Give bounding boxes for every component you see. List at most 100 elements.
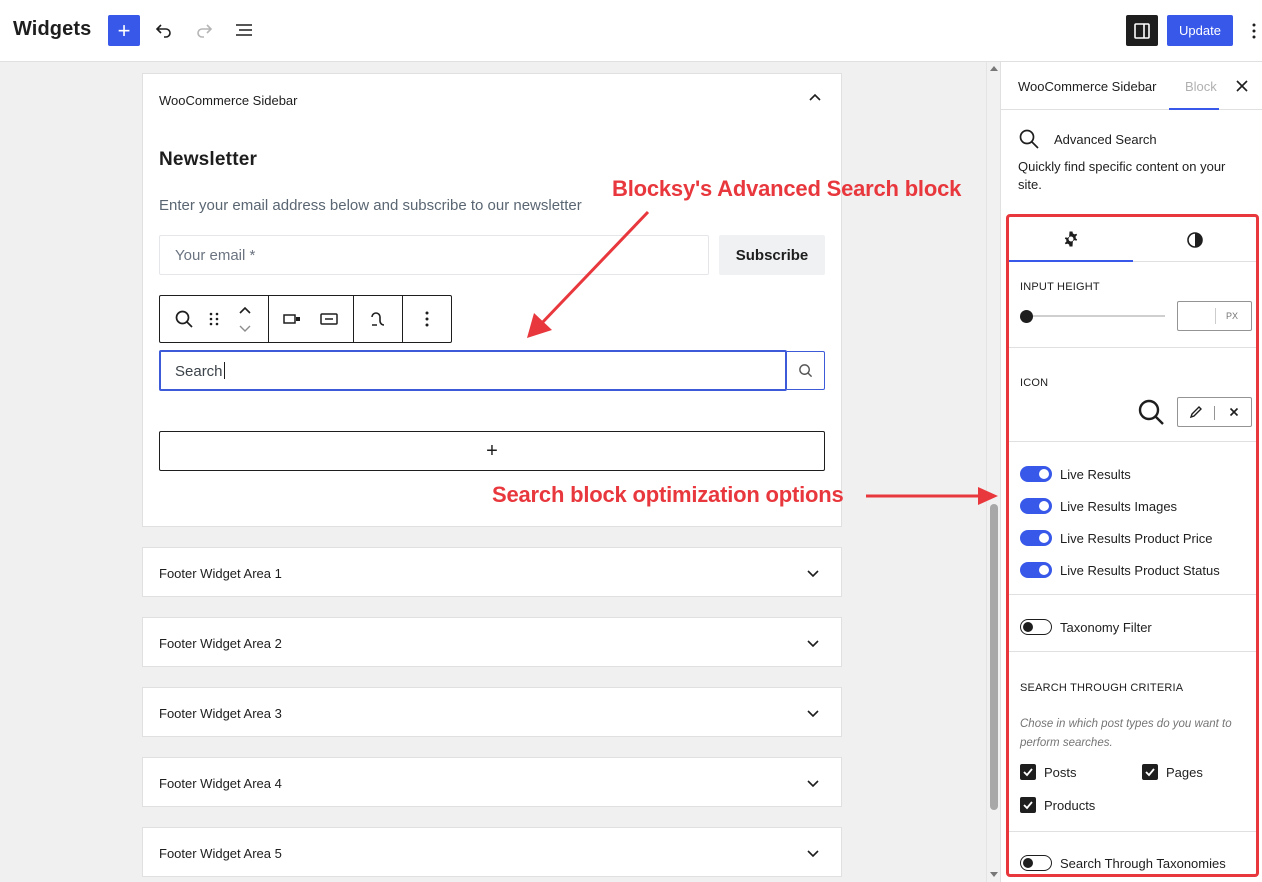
email-field[interactable]: Your email * <box>159 235 709 275</box>
toggle-search-through-taxonomies[interactable]: Search Through Taxonomies <box>1020 853 1226 873</box>
drag-icon <box>209 312 219 326</box>
toggle-switch[interactable] <box>1020 466 1052 482</box>
input-height-slider-track[interactable] <box>1026 315 1165 317</box>
toggle-switch[interactable] <box>1020 530 1052 546</box>
widget-area-footer-5[interactable]: Footer Widget Area 5 <box>142 827 842 877</box>
tab-settings[interactable] <box>1009 217 1133 262</box>
checkbox-label: Pages <box>1166 764 1203 780</box>
block-type-button[interactable] <box>168 296 200 342</box>
toggle-switch[interactable] <box>1020 562 1052 578</box>
toggle-live-results[interactable]: Live Results <box>1020 464 1131 484</box>
tab-block[interactable]: Block <box>1169 62 1219 110</box>
inspector-tabs <box>1009 217 1256 262</box>
pencil-icon[interactable] <box>1189 405 1203 419</box>
unit-label: PX <box>1226 311 1239 321</box>
chevron-down-icon <box>807 710 819 718</box>
toggle-live-results-product-status[interactable]: Live Results Product Status <box>1020 560 1220 580</box>
toggle-switch[interactable] <box>1020 498 1052 514</box>
toggle-live-results-images[interactable]: Live Results Images <box>1020 496 1177 516</box>
tab-block-label: Block <box>1185 79 1217 94</box>
canvas-scrollbar[interactable] <box>986 62 1000 882</box>
check-icon <box>1023 768 1033 777</box>
input-height-label: INPUT HEIGHT <box>1020 281 1100 293</box>
transform-button[interactable] <box>361 296 395 342</box>
list-view-button[interactable] <box>232 18 256 42</box>
icon-actions <box>1177 397 1252 427</box>
gear-icon <box>1064 231 1078 246</box>
widget-area-footer-1[interactable]: Footer Widget Area 1 <box>142 547 842 597</box>
plus-icon: + <box>117 17 131 43</box>
toggle-label: Live Results Product Status <box>1060 562 1220 578</box>
checkbox-products[interactable]: Products <box>1020 796 1095 814</box>
undo-icon <box>155 24 171 38</box>
move-block-buttons[interactable] <box>232 296 258 342</box>
search-input[interactable]: Search <box>159 350 787 391</box>
newsletter-description: Enter your email address below and subsc… <box>159 197 582 214</box>
options-button[interactable] <box>1246 18 1262 44</box>
widget-area-title: Footer Widget Area 2 <box>159 636 282 651</box>
contrast-icon <box>1187 231 1203 248</box>
chevron-down-icon <box>807 570 819 578</box>
search-icon <box>1138 399 1164 425</box>
toggle-taxonomy-filter[interactable]: Taxonomy Filter <box>1020 617 1152 637</box>
toggle-switch[interactable] <box>1020 855 1052 871</box>
block-card-description: Quickly find specific content on your si… <box>1018 159 1226 192</box>
search-submit-button[interactable] <box>787 351 825 390</box>
block-toolbar <box>159 295 452 343</box>
toggle-live-results-product-price[interactable]: Live Results Product Price <box>1020 528 1212 548</box>
move-up-down-icon <box>239 306 251 332</box>
criteria-label: SEARCH THROUGH CRITERIA <box>1020 682 1184 694</box>
scrollbar-thumb[interactable] <box>990 504 998 810</box>
button-inside-icon <box>283 314 300 324</box>
sidebar-tabs: WooCommerce Sidebar Block <box>1001 62 1262 110</box>
checkbox[interactable] <box>1020 764 1036 780</box>
button-only-icon <box>320 313 338 325</box>
input-height-slider-thumb[interactable] <box>1020 310 1033 323</box>
widget-area-footer-2[interactable]: Footer Widget Area 2 <box>142 617 842 667</box>
search-icon <box>1019 129 1039 149</box>
search-icon <box>799 364 813 378</box>
search-icon <box>175 310 193 328</box>
tab-widget-area[interactable]: WooCommerce Sidebar <box>1018 79 1156 94</box>
toggle-switch[interactable] <box>1020 619 1052 635</box>
widget-area-title: Footer Widget Area 5 <box>159 846 282 861</box>
newsletter-title: Newsletter <box>159 149 258 170</box>
add-block-button[interactable]: + <box>108 15 140 46</box>
link-loop-icon <box>371 312 385 326</box>
scroll-down-arrow[interactable] <box>990 872 998 877</box>
settings-sidebar-button[interactable] <box>1126 15 1158 46</box>
redo-icon <box>197 24 213 38</box>
redo-button[interactable] <box>192 18 216 42</box>
icon-label: ICON <box>1020 377 1049 389</box>
toggle-label: Taxonomy Filter <box>1060 619 1152 635</box>
more-vertical-icon <box>425 311 429 327</box>
plus-icon: + <box>486 439 498 462</box>
widget-area-title[interactable]: WooCommerce Sidebar <box>159 93 297 108</box>
check-icon <box>1023 801 1033 810</box>
button-position-button[interactable] <box>276 296 308 342</box>
button-only-button[interactable] <box>313 296 345 342</box>
tab-styles[interactable] <box>1133 217 1256 262</box>
widget-area-footer-4[interactable]: Footer Widget Area 4 <box>142 757 842 807</box>
input-height-field[interactable]: PX <box>1177 301 1252 331</box>
scroll-up-arrow[interactable] <box>990 66 998 71</box>
undo-button[interactable] <box>152 18 176 42</box>
update-button[interactable]: Update <box>1167 15 1233 46</box>
checkbox[interactable] <box>1142 764 1158 780</box>
drag-handle[interactable] <box>202 296 226 342</box>
checkbox-label: Posts <box>1044 764 1077 780</box>
sidebar-icon <box>1134 22 1150 39</box>
annotation-advanced-search: Blocksy's Advanced Search block <box>612 176 962 201</box>
toggle-label: Live Results Images <box>1060 498 1178 514</box>
close-icon[interactable] <box>1234 78 1250 94</box>
checkbox[interactable] <box>1020 797 1036 813</box>
checkbox-pages[interactable]: Pages <box>1142 763 1203 781</box>
widget-area-footer-3[interactable]: Footer Widget Area 3 <box>142 687 842 737</box>
subscribe-button[interactable]: Subscribe <box>719 235 825 275</box>
checkbox-label: Products <box>1044 797 1096 813</box>
block-options-button[interactable] <box>410 296 444 342</box>
add-block-appender[interactable]: + <box>159 431 825 471</box>
close-icon[interactable] <box>1229 407 1239 417</box>
chevron-up-icon[interactable] <box>807 90 823 106</box>
checkbox-posts[interactable]: Posts <box>1020 763 1077 781</box>
